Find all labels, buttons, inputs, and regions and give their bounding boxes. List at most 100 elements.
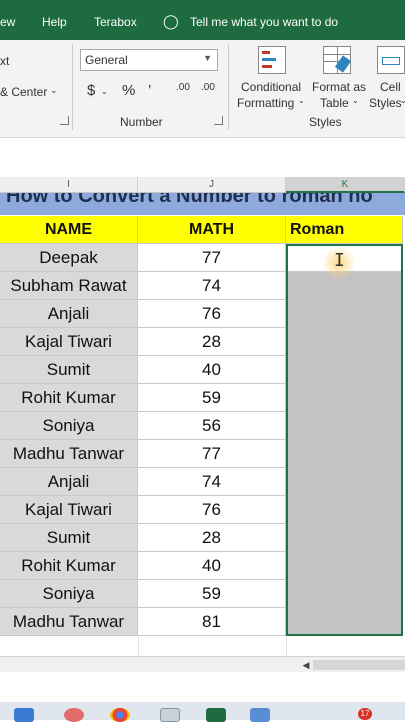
header-cell-roman[interactable]: Roman (286, 216, 403, 244)
lightbulb-icon: ◯ (163, 13, 179, 29)
conditional-formatting-label2[interactable]: Formatting (237, 96, 294, 110)
column-headers: I J K (0, 177, 405, 193)
number-group-label: Number (120, 115, 163, 129)
cell-styles-label2[interactable]: Styles (369, 96, 402, 110)
roman-cell[interactable] (286, 300, 403, 328)
currency-dropdown-icon[interactable]: ⌄ (101, 87, 108, 96)
menu-view[interactable]: ew (0, 15, 15, 29)
math-cell[interactable]: 74 (138, 468, 286, 496)
number-format-value: General (85, 53, 128, 67)
roman-cell[interactable] (286, 412, 403, 440)
column-header-i[interactable]: I (0, 177, 138, 193)
roman-cell[interactable] (286, 552, 403, 580)
alignment-launcher-icon[interactable] (60, 116, 69, 125)
math-cell[interactable]: 40 (138, 356, 286, 384)
table-row: Madhu Tanwar 81 (0, 608, 405, 636)
table-row: Soniya 56 (0, 412, 405, 440)
comma-style-button[interactable]: ’ (148, 82, 151, 99)
group-separator (228, 44, 229, 130)
roman-cell[interactable] (286, 356, 403, 384)
math-cell[interactable]: 81 (138, 608, 286, 636)
name-cell[interactable]: Anjali (0, 468, 138, 496)
scroll-left-icon[interactable]: ◀ (299, 659, 313, 671)
math-cell[interactable]: 74 (138, 272, 286, 300)
name-cell[interactable]: Sumit (0, 524, 138, 552)
name-cell[interactable]: Deepak (0, 244, 138, 272)
name-cell[interactable]: Madhu Tanwar (0, 440, 138, 468)
chevron-down-icon[interactable]: ⌄ (400, 96, 405, 105)
horizontal-scrollbar[interactable]: ◀ (0, 656, 405, 672)
scrollbar-thumb[interactable] (313, 660, 405, 670)
name-cell[interactable]: Kajal Tiwari (0, 328, 138, 356)
math-cell[interactable]: 76 (138, 300, 286, 328)
tell-me-search[interactable]: Tell me what you want to do (190, 15, 338, 29)
name-cell[interactable]: Anjali (0, 300, 138, 328)
cell-styles-icon (377, 46, 405, 74)
menu-terabox[interactable]: Terabox (94, 15, 137, 29)
header-cell-name[interactable]: NAME (0, 216, 138, 244)
merge-center-button[interactable]: & Center (0, 85, 47, 99)
name-cell[interactable]: Madhu Tanwar (0, 608, 138, 636)
roman-cell[interactable] (286, 440, 403, 468)
group-separator (72, 44, 73, 130)
cell-styles-button[interactable]: Cell (380, 80, 401, 94)
format-as-table-icon (323, 46, 352, 74)
currency-button[interactable]: $ (87, 82, 95, 99)
column-header-j[interactable]: J (138, 177, 286, 193)
math-cell[interactable]: 40 (138, 552, 286, 580)
table-row: Kajal Tiwari 28 (0, 328, 405, 356)
math-cell[interactable]: 77 (138, 244, 286, 272)
number-format-select[interactable]: General ▼ (80, 49, 218, 71)
name-cell[interactable]: Rohit Kumar (0, 552, 138, 580)
menu-bar: ew Help Terabox ◯ Tell me what you want … (0, 0, 405, 40)
math-cell[interactable]: 77 (138, 440, 286, 468)
name-cell[interactable]: Soniya (0, 580, 138, 608)
column-header-k[interactable]: K (286, 177, 405, 193)
roman-cell[interactable] (286, 608, 403, 636)
name-cell[interactable]: Sumit (0, 356, 138, 384)
title-row[interactable]: How to Convert a Number to roman no (0, 193, 405, 215)
name-cell[interactable]: Subham Rawat (0, 272, 138, 300)
percent-button[interactable]: % (122, 82, 135, 99)
math-cell[interactable]: 28 (138, 524, 286, 552)
wrap-text-button[interactable]: xt (0, 54, 9, 68)
merge-dropdown-icon[interactable]: ⌄ (50, 85, 58, 96)
math-cell[interactable]: 28 (138, 328, 286, 356)
math-cell[interactable]: 59 (138, 384, 286, 412)
roman-cell[interactable] (286, 524, 403, 552)
header-cell-math[interactable]: MATH (138, 216, 286, 244)
number-launcher-icon[interactable] (214, 116, 223, 125)
table-row: Sumit 28 (0, 524, 405, 552)
format-as-table-button[interactable]: Format as (312, 80, 366, 94)
roman-cell[interactable] (286, 580, 403, 608)
name-cell[interactable]: Kajal Tiwari (0, 496, 138, 524)
table-row: Rohit Kumar 40 (0, 552, 405, 580)
text-cursor-icon: I (334, 250, 345, 271)
formula-bar-area (0, 139, 405, 177)
format-as-table-label2[interactable]: Table (320, 96, 349, 110)
decrease-decimal-button[interactable]: .00 (201, 82, 215, 93)
table-row: Sumit 40 (0, 356, 405, 384)
empty-rows (0, 636, 405, 658)
math-cell[interactable]: 56 (138, 412, 286, 440)
notification-badge[interactable]: 17 (358, 708, 372, 720)
conditional-formatting-button[interactable]: Conditional (241, 80, 301, 94)
roman-cell[interactable] (286, 384, 403, 412)
table-row: Soniya 59 (0, 580, 405, 608)
table-row: Kajal Tiwari 76 (0, 496, 405, 524)
roman-cell[interactable] (286, 328, 403, 356)
roman-cell[interactable] (286, 496, 403, 524)
math-cell[interactable]: 59 (138, 580, 286, 608)
name-cell[interactable]: Soniya (0, 412, 138, 440)
name-cell[interactable]: Rohit Kumar (0, 384, 138, 412)
chevron-down-icon[interactable]: ⌄ (352, 96, 359, 105)
increase-decimal-button[interactable]: .00 (176, 82, 190, 93)
math-cell[interactable]: 76 (138, 496, 286, 524)
table-row: Anjali 76 (0, 300, 405, 328)
roman-cell[interactable] (286, 468, 403, 496)
table-row: Madhu Tanwar 77 (0, 440, 405, 468)
chevron-down-icon: ▼ (203, 53, 212, 63)
chevron-down-icon[interactable]: ⌄ (298, 96, 305, 105)
status-area (0, 672, 405, 702)
menu-help[interactable]: Help (42, 15, 67, 29)
